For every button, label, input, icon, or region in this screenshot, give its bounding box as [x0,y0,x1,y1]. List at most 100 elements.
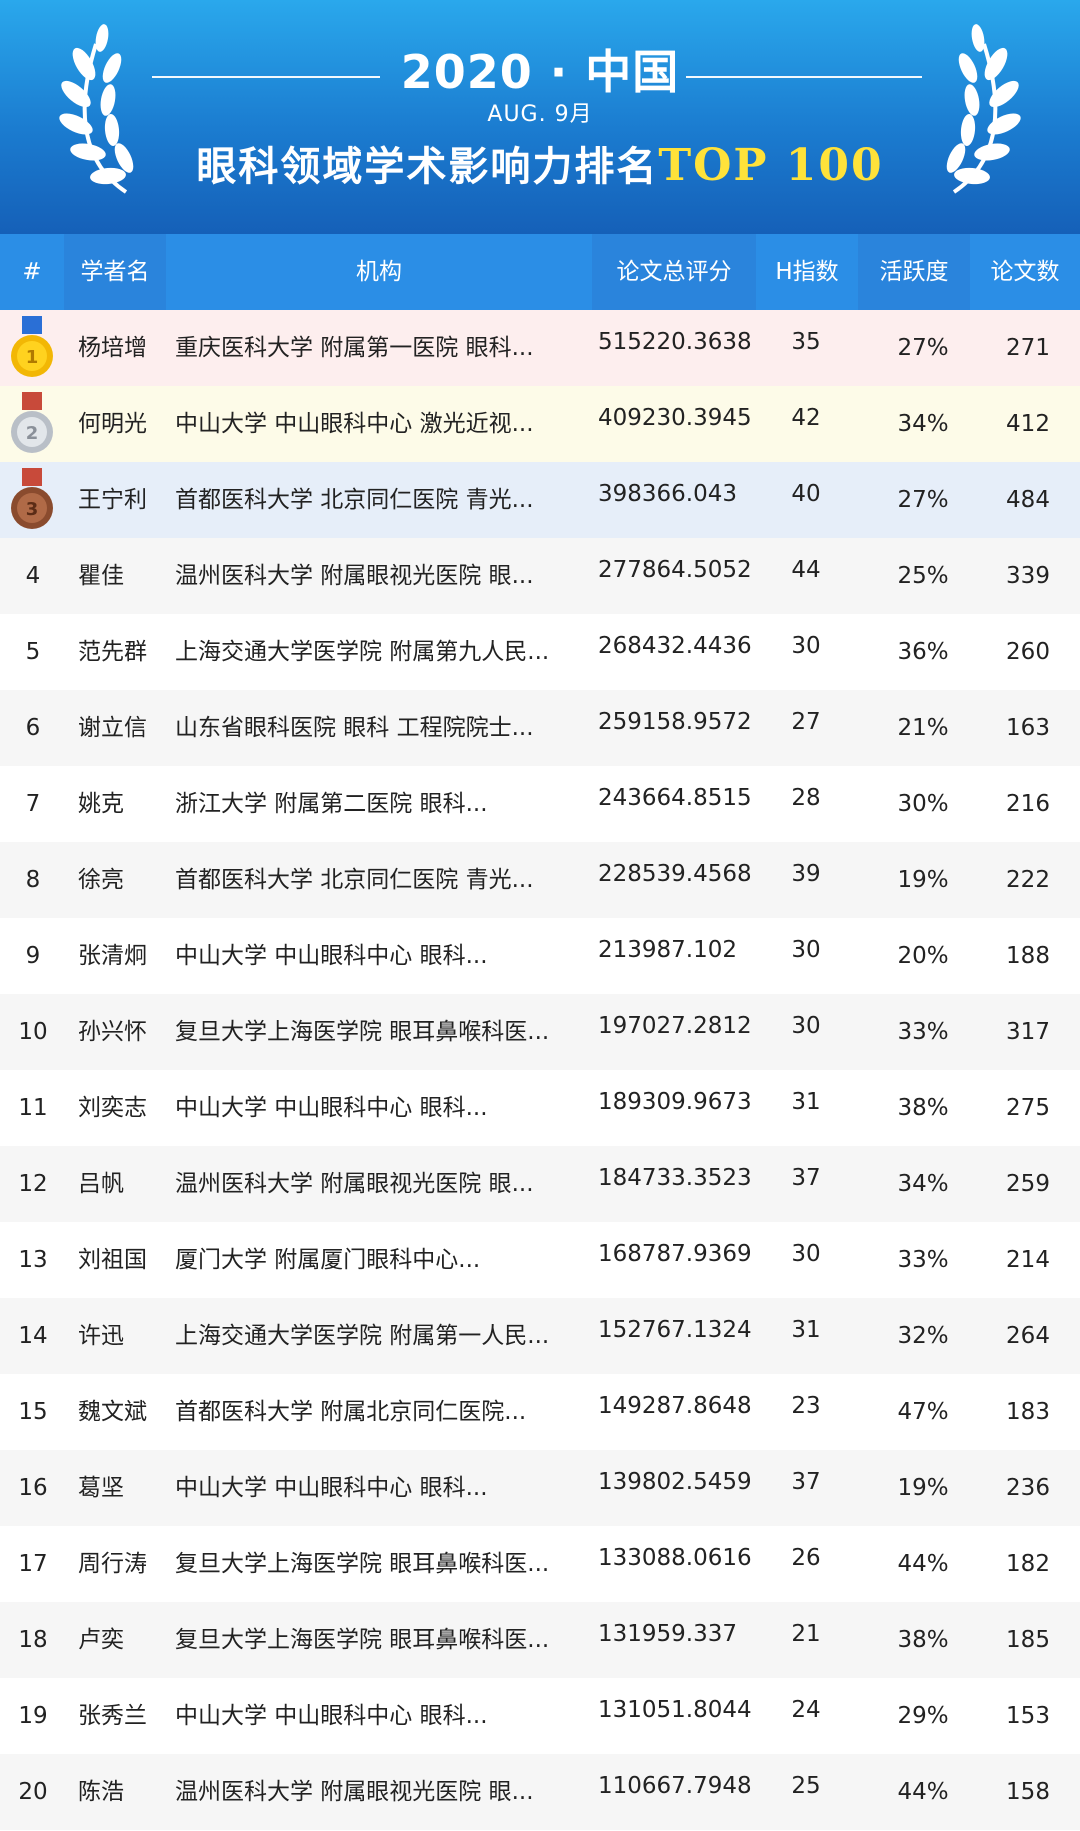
activity: 44% [897,1779,949,1805]
scholar-name: 卢奕 [78,1627,124,1653]
institution: 首都医科大学 附属北京同仁医院... [175,1399,527,1425]
activity: 47% [897,1399,949,1425]
rank-number: 16 [18,1475,48,1501]
h-index: 28 [791,785,821,811]
h-index: 31 [791,1089,821,1115]
header-banner: 2020 · 中国 AUG. 9月 眼科领域学术影响力排名TOP 100 [0,0,1080,234]
h-index: 30 [791,633,821,659]
table-row: 18 卢奕 复旦大学上海医学院 眼耳鼻喉科医... 131959.337 21 38% 18… [0,1602,1080,1678]
table-row: 7 姚克 浙江大学 附属第二医院 眼科... 243664.8515 28 30% 216 [0,766,1080,842]
activity: 38% [897,1627,949,1653]
institution: 温州医科大学 附属眼视光医院 眼... [175,1779,534,1805]
headline-text: 眼科领域学术影响力排名 [196,144,659,190]
table-row: 15 魏文斌 首都医科大学 附属北京同仁医院... 149287.8648 23 47% 1… [0,1374,1080,1450]
rank-number: 11 [18,1095,48,1121]
table-row: 8 徐亮 首都医科大学 北京同仁医院 青光... 228539.4568 39 19% 22… [0,842,1080,918]
h-index: 26 [791,1545,821,1571]
ranking-table: 1 杨培增 重庆医科大学 附属第一医院 眼科... 515220.3638 35 27% 2… [0,310,1080,1830]
h-index: 31 [791,1317,821,1343]
institution: 复旦大学上海医学院 眼耳鼻喉科医... [175,1019,550,1045]
activity: 27% [897,335,949,361]
table-row: 17 周行涛 复旦大学上海医学院 眼耳鼻喉科医... 133088.0616 26 44%… [0,1526,1080,1602]
activity: 32% [897,1323,949,1349]
institution: 山东省眼科医院 眼科 工程院院士... [175,715,534,741]
rank-number: 4 [25,563,41,589]
scholar-name: 王宁利 [78,487,147,513]
institution: 中山大学 中山眼科中心 激光近视... [175,411,534,437]
table-row: 4 瞿佳 温州医科大学 附属眼视光医院 眼... 277864.5052 44 25% 33… [0,538,1080,614]
paper-count: 484 [1006,487,1050,513]
rank-number: 5 [25,639,41,665]
total-score: 268432.4436 [598,633,752,659]
total-score: 131051.8044 [598,1697,752,1723]
headline-highlight: TOP 100 [658,140,884,191]
h-index: 37 [791,1469,821,1495]
h-index: 30 [791,937,821,963]
table-row: 5 范先群 上海交通大学医学院 附属第九人民... 268432.4436 30 36% 2… [0,614,1080,690]
activity: 29% [897,1703,949,1729]
scholar-name: 吕帆 [78,1171,124,1197]
paper-count: 163 [1006,715,1050,741]
scholar-name: 魏文斌 [78,1399,147,1425]
col-name: 学者名 [64,234,166,310]
activity: 36% [897,639,949,665]
scholar-name: 徐亮 [78,867,124,893]
silver-medal-icon: 2 [11,392,53,453]
total-score: 131959.337 [598,1621,738,1647]
activity: 38% [897,1095,949,1121]
rank-number: 13 [18,1247,48,1273]
medal-rank: 1 [26,347,39,368]
paper-count: 153 [1006,1703,1050,1729]
paper-count: 214 [1006,1247,1050,1273]
paper-count: 222 [1006,867,1050,893]
scholar-name: 范先群 [78,639,147,665]
table-header: # 学者名 机构 论文总评分 H指数 活跃度 论文数 [0,234,1080,310]
h-index: 39 [791,861,821,887]
h-index: 30 [791,1241,821,1267]
institution: 中山大学 中山眼科中心 眼科... [175,1703,488,1729]
total-score: 213987.102 [598,937,738,963]
table-row: 3 王宁利 首都医科大学 北京同仁医院 青光... 398366.043 40 27% 48… [0,462,1080,538]
table-row: 1 杨培增 重庆医科大学 附属第一医院 眼科... 515220.3638 35 27% 2… [0,310,1080,386]
col-activity: 活跃度 [858,234,970,310]
rank-number: 9 [25,943,41,969]
rank-number: 19 [18,1703,48,1729]
institution: 首都医科大学 北京同仁医院 青光... [175,867,534,893]
col-papers: 论文数 [990,259,1060,285]
activity: 20% [897,943,949,969]
paper-count: 412 [1006,411,1050,437]
paper-count: 185 [1006,1627,1050,1653]
paper-count: 182 [1006,1551,1050,1577]
col-h-index: H指数 [775,259,839,285]
total-score: 398366.043 [598,481,738,507]
bronze-medal-icon: 3 [11,468,53,529]
paper-count: 275 [1006,1095,1050,1121]
h-index: 42 [791,405,821,431]
activity: 25% [897,563,949,589]
h-index: 27 [791,709,821,735]
activity: 33% [897,1247,949,1273]
h-index: 21 [791,1621,821,1647]
scholar-name: 何明光 [78,411,147,437]
table-row: 13 刘祖国 厦门大学 附属厦门眼科中心... 168787.9369 30 33% 214 [0,1222,1080,1298]
table-row: 6 谢立信 山东省眼科医院 眼科 工程院院士... 259158.9572 27 21% 1… [0,690,1080,766]
total-score: 149287.8648 [598,1393,752,1419]
scholar-name: 周行涛 [78,1551,147,1577]
institution: 厦门大学 附属厦门眼科中心... [175,1247,481,1273]
scholar-name: 张清炯 [78,943,147,969]
medal-rank: 3 [26,499,39,520]
total-score: 189309.9673 [598,1089,752,1115]
col-score: 论文总评分 [592,234,756,310]
rank-number: 8 [25,867,41,893]
scholar-name: 刘奕志 [78,1095,147,1121]
total-score: 139802.5459 [598,1469,752,1495]
total-score: 277864.5052 [598,557,752,583]
page-headline: 眼科领域学术影响力排名TOP 100 [0,134,1080,192]
rank-number: 10 [18,1019,48,1045]
activity: 30% [897,791,949,817]
total-score: 133088.0616 [598,1545,752,1571]
table-row: 10 孙兴怀 复旦大学上海医学院 眼耳鼻喉科医... 197027.2812 30 33%… [0,994,1080,1070]
scholar-name: 张秀兰 [78,1703,147,1729]
scholar-name: 孙兴怀 [78,1019,147,1045]
paper-count: 188 [1006,943,1050,969]
